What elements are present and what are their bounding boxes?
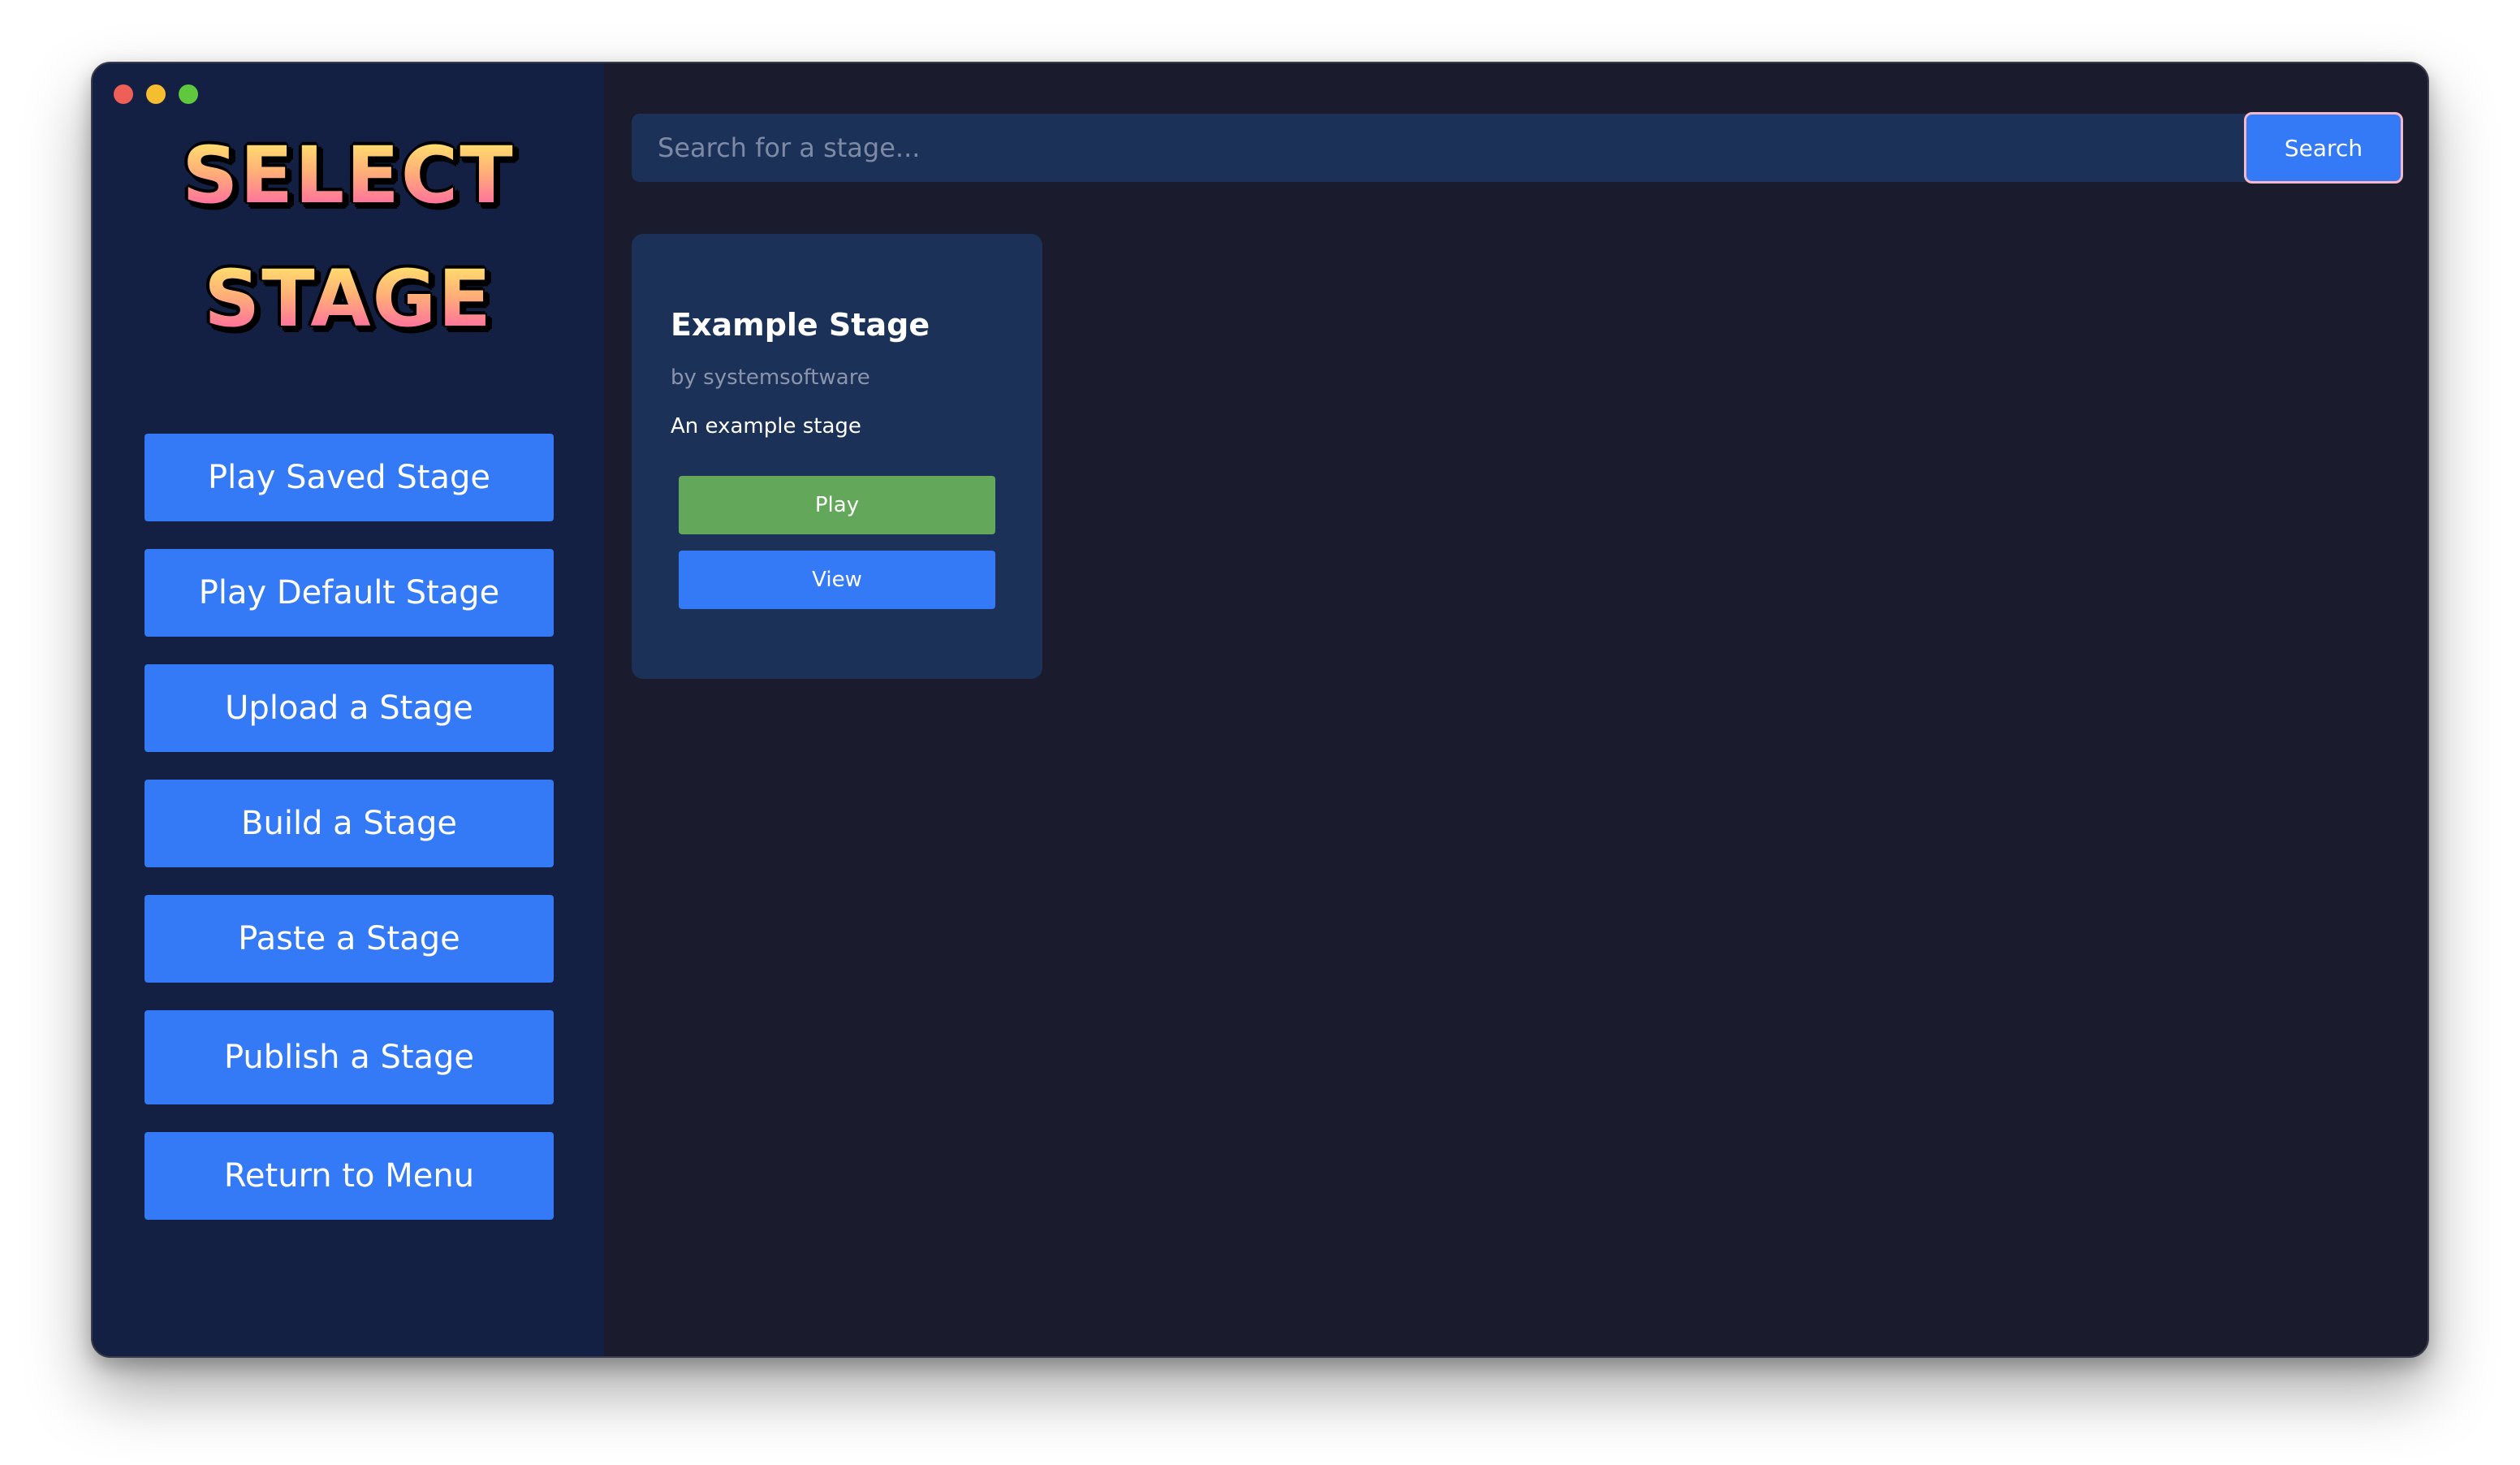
minimize-window-button[interactable] [146,84,166,104]
play-default-stage-button[interactable]: Play Default Stage [145,549,554,637]
return-to-menu-button[interactable]: Return to Menu [145,1132,554,1220]
stage-author: by systemsoftware [671,365,870,390]
search-bar: Search [632,112,2403,184]
sidebar: SELECT STAGE Play Saved Stage Play Defau… [93,63,604,1356]
upload-stage-button[interactable]: Upload a Stage [145,664,554,752]
logo-line-stage: STAGE [204,253,493,344]
search-input[interactable] [632,114,2244,182]
build-stage-button[interactable]: Build a Stage [145,780,554,867]
play-saved-stage-button[interactable]: Play Saved Stage [145,434,554,521]
logo-line-select: SELECT [182,130,515,221]
main-content: Search Example Stage by systemsoftware A… [604,63,2427,1356]
stage-card: Example Stage by systemsoftware An examp… [632,234,1042,679]
window-controls [114,84,198,104]
publish-stage-button[interactable]: Publish a Stage [145,1010,554,1104]
stage-title: Example Stage [671,307,930,343]
search-button[interactable]: Search [2244,112,2403,184]
view-stage-button[interactable]: View [679,551,995,609]
select-stage-logo: SELECT STAGE [93,136,604,338]
play-stage-button[interactable]: Play [679,476,995,534]
maximize-window-button[interactable] [179,84,198,104]
stage-description: An example stage [671,414,861,439]
app-window: SELECT STAGE Play Saved Stage Play Defau… [91,62,2429,1358]
close-window-button[interactable] [114,84,133,104]
paste-stage-button[interactable]: Paste a Stage [145,895,554,983]
stage-menu: Play Saved Stage Play Default Stage Uplo… [145,434,554,1247]
